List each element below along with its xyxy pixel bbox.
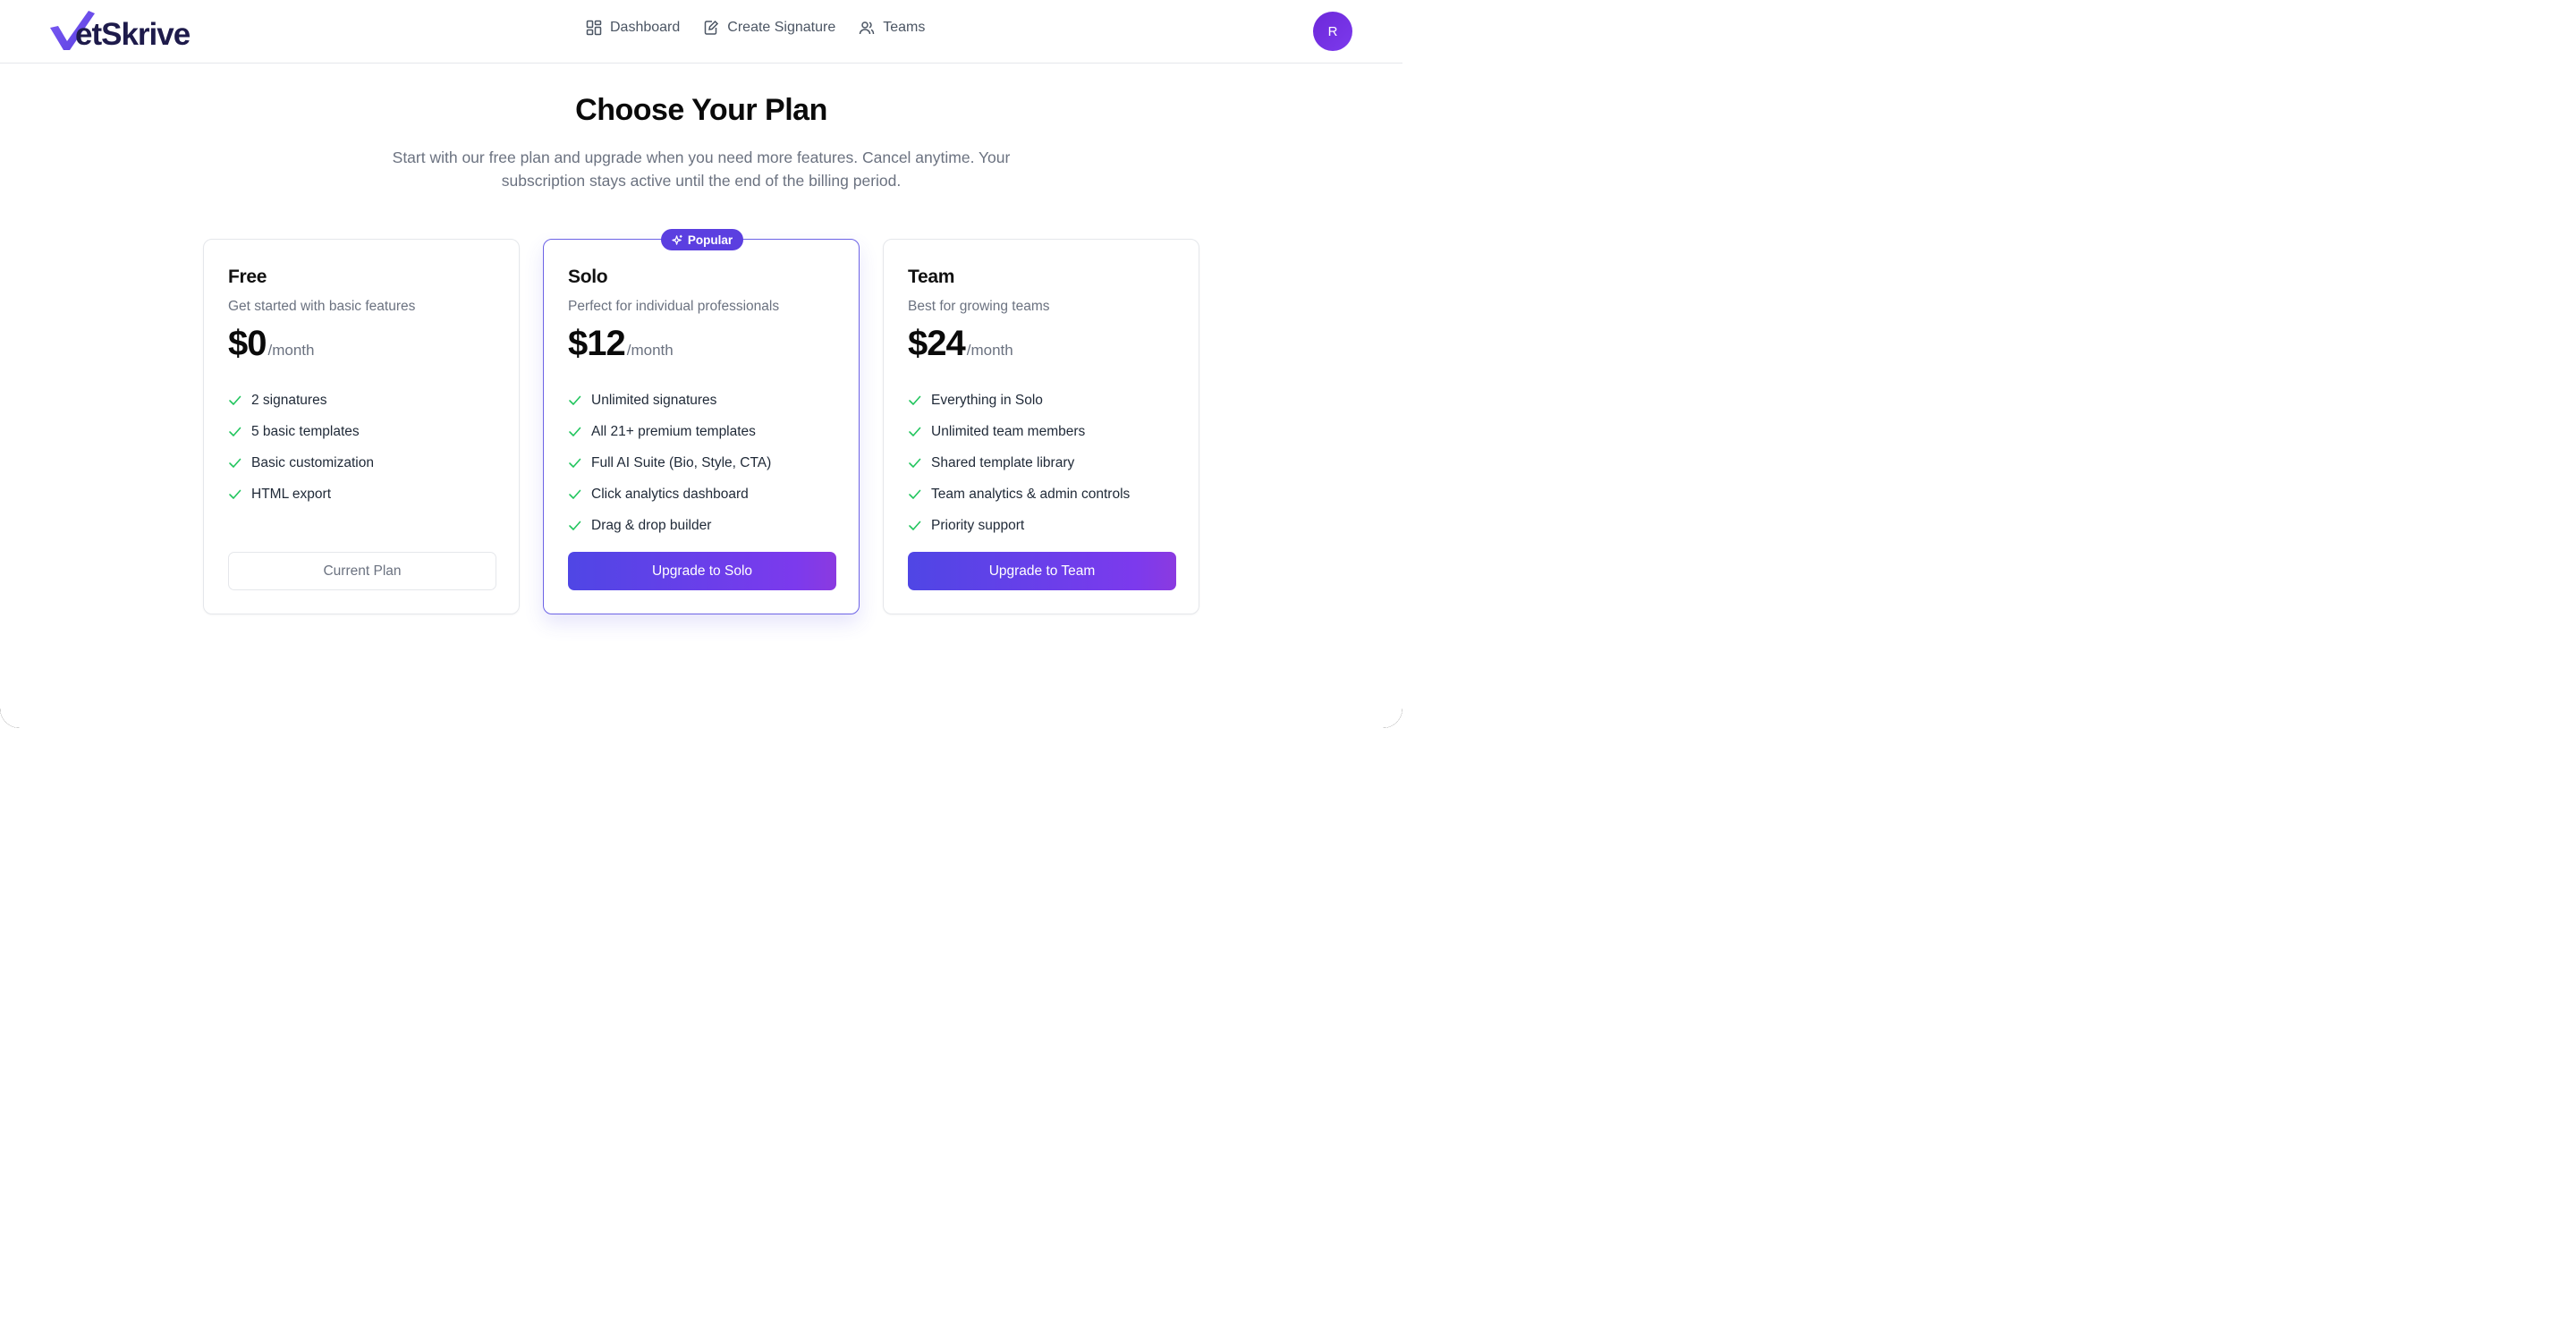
plan-price: $0 /month [228,324,314,364]
feature-item: Basic customization [228,447,374,478]
nav-teams[interactable]: Teams [859,20,925,36]
plan-price: $24 /month [908,324,1013,364]
layout-grid-icon [586,20,602,36]
price-amount: $12 [568,324,626,363]
feature-item: All 21+ premium templates [568,416,771,447]
users-icon [860,21,875,35]
nav-dashboard-label: Dashboard [610,20,681,35]
feature-item: Team analytics & admin controls [908,478,1130,510]
feature-item: Click analytics dashboard [568,478,771,510]
plan-description: Get started with basic features [228,299,416,314]
price-period: /month [267,342,315,359]
feature-item: Shared template library [908,447,1130,478]
feature-item: Priority support [908,510,1130,541]
plan-name: Team [908,267,955,287]
sparkles-icon [672,234,682,245]
main-nav: Dashboard Create Signature Teams [586,20,925,36]
page-subtitle: Start with our free plan and upgrade whe… [392,148,1011,190]
feature-item: Full AI Suite (Bio, Style, CTA) [568,447,771,478]
feature-item: HTML export [228,478,374,510]
feature-item: 5 basic templates [228,416,374,447]
plan-price: $12 /month [568,324,674,364]
plan-name: Free [228,267,267,287]
plan-description: Perfect for individual professionals [568,299,780,314]
popular-badge-label: Popular [687,233,733,247]
plan-card-team: Team Best for growing teams $24 /month E… [883,239,1199,614]
current-plan-button[interactable]: Current Plan [228,552,496,590]
check-icon [909,458,921,468]
plan-card-solo: Popular Solo Perfect for individual prof… [543,229,860,614]
upgrade-team-button[interactable]: Upgrade to Team [908,552,1176,590]
feature-list: Unlimited signatures All 21+ premium tem… [568,385,771,541]
check-icon [569,458,581,468]
check-icon [229,489,242,499]
price-period: /month [626,342,674,359]
feature-item: Drag & drop builder [568,510,771,541]
check-icon [229,458,242,468]
check-icon [909,521,921,530]
price-amount: $24 [908,324,966,363]
app-window: etSkrive Dashboard Create Signature Team… [0,0,1402,728]
check-icon [229,395,242,405]
feature-item: Everything in Solo [908,385,1130,416]
price-period: /month [966,342,1013,359]
check-icon [569,427,581,436]
brand-name: etSkrive [75,17,191,52]
check-icon [569,521,581,530]
plan-description: Best for growing teams [908,299,1050,314]
feature-item: Unlimited team members [908,416,1130,447]
check-icon [569,395,581,405]
feature-item: 2 signatures [228,385,374,416]
feature-list: Everything in Solo Unlimited team member… [908,385,1130,541]
page-title: Choose Your Plan [575,93,827,127]
edit-file-icon [705,20,719,35]
nav-dashboard[interactable]: Dashboard [586,20,680,36]
plan-card-free: Free Get started with basic features $0 … [203,239,520,614]
check-icon [909,395,921,405]
top-header: etSkrive Dashboard Create Signature Team… [0,0,1402,64]
brand-logo[interactable]: etSkrive [50,11,191,52]
nav-create-signature-label: Create Signature [727,20,836,35]
user-avatar[interactable]: R [1313,12,1352,51]
pricing-page: etSkrive Dashboard Create Signature Team… [0,0,1402,728]
check-icon [909,427,921,436]
nav-create-signature[interactable]: Create Signature [703,20,835,36]
check-icon [909,489,921,499]
plan-name: Solo [568,267,608,287]
check-icon [569,489,581,499]
nav-teams-label: Teams [883,20,926,35]
feature-list: 2 signatures 5 basic templates Basic cus… [228,385,374,510]
price-amount: $0 [228,324,267,363]
check-icon [229,427,242,436]
feature-item: Unlimited signatures [568,385,771,416]
upgrade-solo-button[interactable]: Upgrade to Solo [568,552,836,590]
popular-badge: Popular [661,229,743,250]
